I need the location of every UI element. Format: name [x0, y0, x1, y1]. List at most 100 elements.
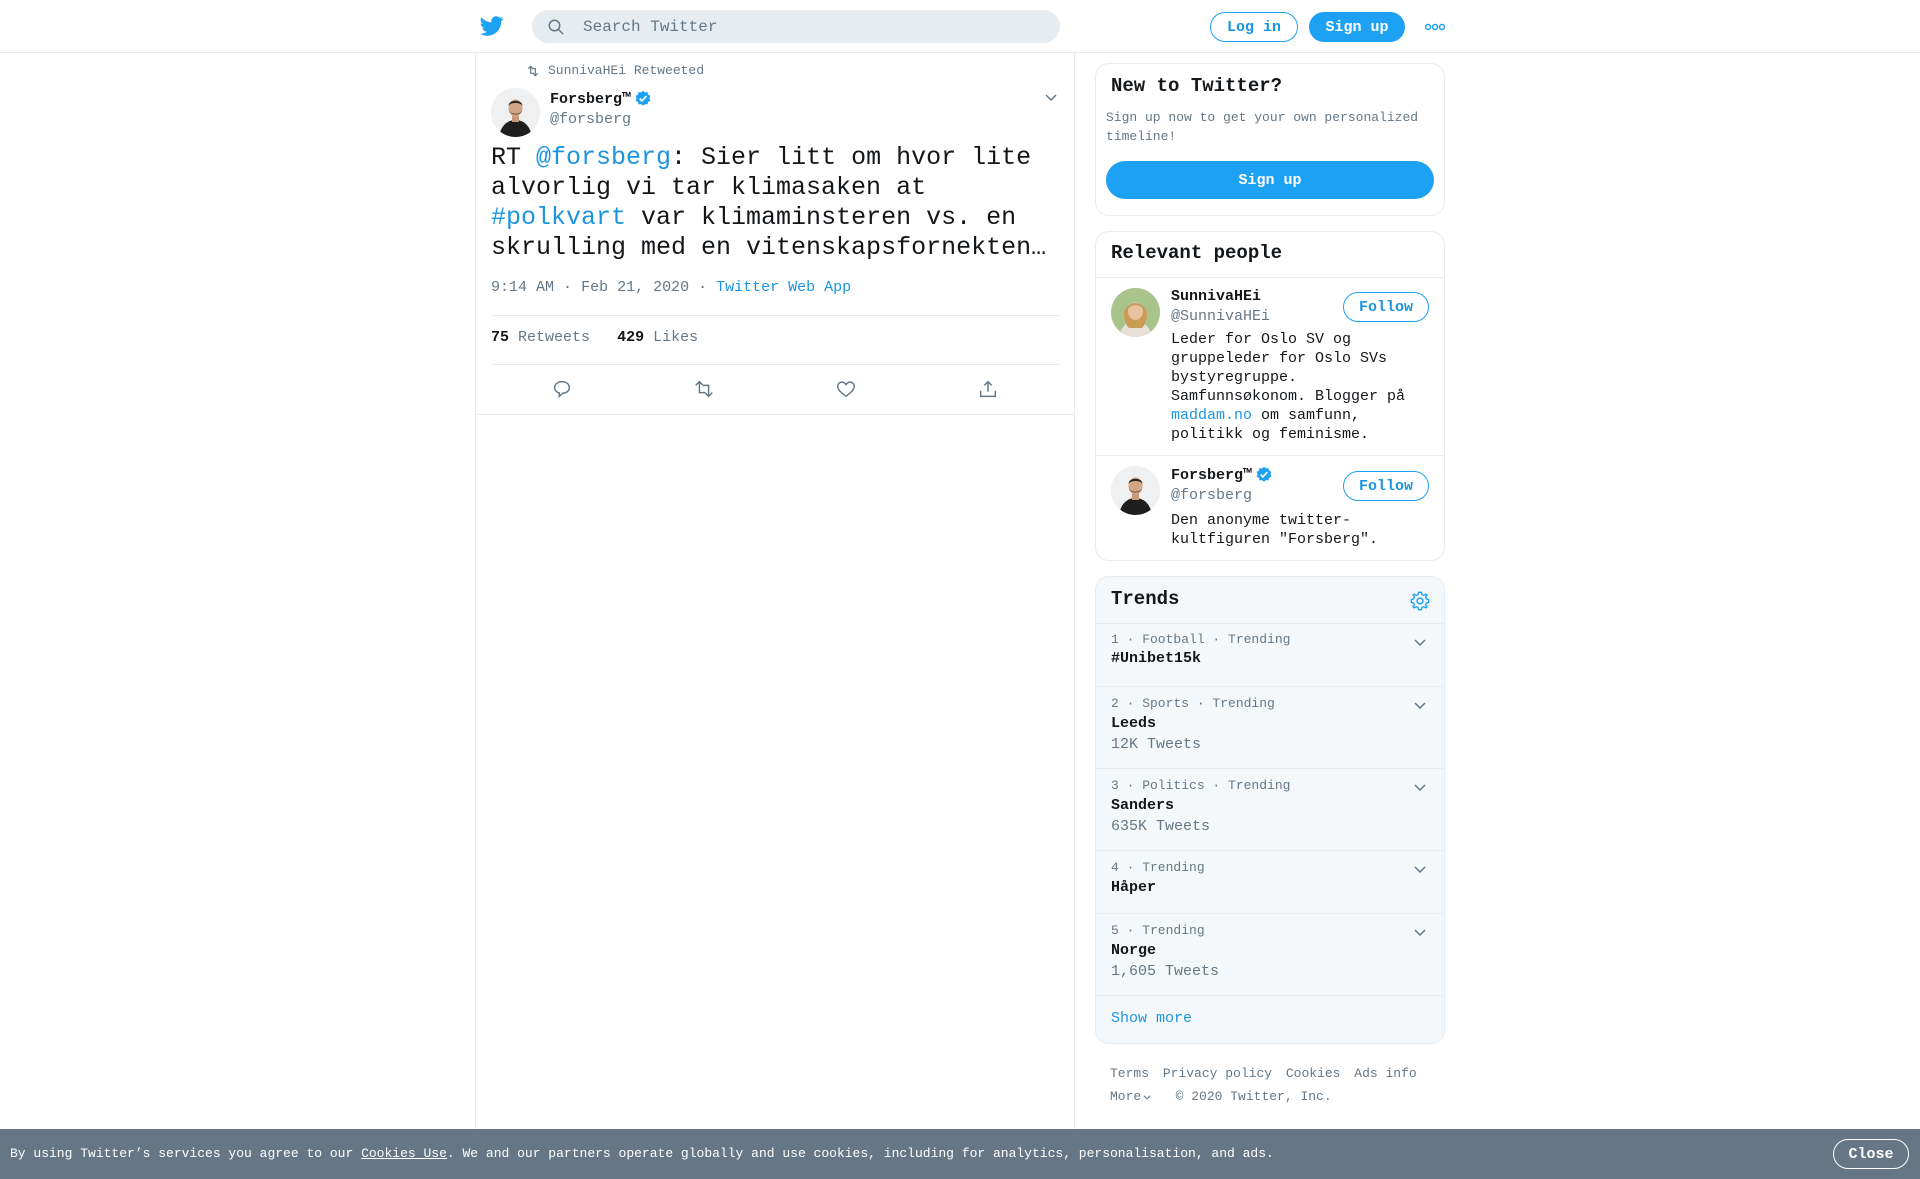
top-navigation-bar: Log in Sign up — [0, 0, 1920, 53]
person-avatar[interactable] — [1111, 466, 1160, 515]
person-bio-link[interactable]: maddam.no — [1171, 407, 1252, 424]
trend-options-chevron-icon[interactable] — [1412, 634, 1428, 650]
tweet-stats: 75 Retweets 429 Likes — [491, 329, 698, 346]
cookie-text: By using Twitter’s services you agree to… — [10, 1146, 1274, 1161]
trend-item[interactable]: 2 · Sports · Trending Leeds 12K Tweets — [1096, 686, 1444, 768]
meta-separator: · — [563, 279, 573, 296]
tweet-text-prefix: RT — [491, 143, 537, 172]
author-avatar[interactable] — [491, 88, 540, 137]
trend-meta: 5 · Trending — [1111, 923, 1205, 938]
trend-name[interactable]: Norge — [1111, 942, 1156, 959]
person-bio: Leder for Oslo SV og gruppeleder for Osl… — [1171, 330, 1421, 444]
author-name[interactable]: Forsberg™ — [550, 90, 652, 108]
trend-tweet-count: 635K Tweets — [1111, 818, 1211, 835]
signup-button[interactable]: Sign up — [1309, 12, 1405, 42]
divider — [491, 315, 1061, 316]
relevant-person[interactable]: SunnivaHEi @SunnivaHEi Follow Leder for … — [1096, 278, 1444, 455]
follow-button[interactable]: Follow — [1343, 292, 1429, 322]
show-more-link[interactable]: Show more — [1111, 1010, 1192, 1027]
search-input[interactable] — [583, 17, 1043, 36]
footer-copyright: © 2020 Twitter, Inc. — [1175, 1089, 1332, 1104]
settings-gear-icon[interactable] — [1409, 590, 1431, 612]
likes-count: 429 — [617, 329, 645, 346]
trend-options-chevron-icon[interactable] — [1412, 861, 1428, 877]
person-name[interactable]: SunnivaHEi — [1171, 288, 1261, 305]
show-more-row[interactable]: Show more — [1096, 995, 1444, 1043]
trend-item[interactable]: 1 · Football · Trending #Unibet15k — [1096, 623, 1444, 686]
tweet-time[interactable]: 9:14 AM — [491, 279, 554, 296]
signup-card: New to Twitter? Sign up now to get your … — [1095, 63, 1445, 216]
person-bio: Den anonyme twitter-kultfiguren "Forsber… — [1171, 512, 1379, 548]
trend-options-chevron-icon[interactable] — [1412, 779, 1428, 795]
relevant-people-title: Relevant people — [1111, 242, 1283, 264]
likes-stat[interactable]: 429 Likes — [617, 329, 698, 346]
retweet-icon[interactable] — [693, 378, 715, 400]
tweet-source-link[interactable]: Twitter Web App — [716, 279, 851, 296]
footer-more-menu[interactable]: More — [1110, 1089, 1152, 1104]
person-bio-text: Leder for Oslo SV og gruppeleder for Osl… — [1171, 331, 1406, 405]
footer-privacy-link[interactable]: Privacy policy — [1163, 1066, 1272, 1081]
twitter-bird-icon[interactable] — [478, 14, 506, 38]
trend-name[interactable]: #Unibet15k — [1111, 650, 1201, 667]
cookie-close-button[interactable]: Close — [1833, 1139, 1909, 1169]
footer-ads-link[interactable]: Ads info — [1354, 1066, 1416, 1081]
footer-links: Terms Privacy policy Cookies Ads info Mo… — [1110, 1062, 1423, 1108]
trend-item[interactable]: 5 · Trending Norge 1,605 Tweets — [1096, 913, 1444, 995]
retweets-stat[interactable]: 75 Retweets — [491, 329, 590, 346]
footer-terms-link[interactable]: Terms — [1110, 1066, 1149, 1081]
cookie-text-prefix: By using Twitter’s services you agree to… — [10, 1146, 362, 1161]
trends-card: Trends 1 · Football · Trending #Unibet15… — [1095, 576, 1445, 1044]
like-heart-icon[interactable] — [835, 378, 857, 400]
trend-tweet-count: 12K Tweets — [1111, 736, 1202, 753]
tweet-metadata: 9:14 AM · Feb 21, 2020 · Twitter Web App — [491, 279, 851, 296]
footer-cookies-link[interactable]: Cookies — [1286, 1066, 1341, 1081]
tweet-options-chevron-icon[interactable] — [1043, 89, 1059, 105]
more-dots-icon[interactable] — [1425, 22, 1445, 32]
main-column: SunnivaHEi Retweeted Forsberg™ @forsberg… — [475, 53, 1075, 1130]
retweets-label: Retweets — [518, 329, 591, 346]
cookie-text-suffix: . We and our partners operate globally a… — [446, 1146, 1274, 1161]
person-handle[interactable]: @SunnivaHEi — [1171, 308, 1270, 325]
meta-separator: · — [698, 279, 708, 296]
search-box[interactable] — [532, 10, 1060, 43]
trend-name[interactable]: Håper — [1111, 879, 1156, 896]
search-icon — [548, 19, 564, 34]
chevron-down-icon — [1143, 1094, 1151, 1100]
signup-card-title: New to Twitter? — [1111, 75, 1283, 97]
footer-more-label[interactable]: More — [1110, 1089, 1141, 1104]
author-name-text[interactable]: Forsberg™ — [550, 91, 631, 108]
trend-meta: 2 · Sports · Trending — [1111, 696, 1275, 711]
tweet-hashtag-link[interactable]: #polkvart — [491, 203, 626, 232]
trend-item[interactable]: 3 · Politics · Trending Sanders 635K Twe… — [1096, 768, 1444, 850]
trend-meta: 1 · Football · Trending — [1111, 632, 1291, 647]
author-handle[interactable]: @forsberg — [550, 111, 631, 128]
verified-badge-icon — [1256, 466, 1272, 482]
tweet-text: RT @forsberg: Sier litt om hvor lite alv… — [491, 143, 1061, 263]
reply-icon[interactable] — [551, 378, 573, 400]
follow-button[interactable]: Follow — [1343, 471, 1429, 501]
verified-badge-icon — [635, 90, 651, 106]
trend-options-chevron-icon[interactable] — [1412, 924, 1428, 940]
relevant-people-card: Relevant people SunnivaHEi @SunnivaHEi F… — [1095, 231, 1445, 561]
relevant-person[interactable]: Forsberg™ @forsberg Follow Den anonyme t… — [1096, 456, 1444, 560]
trend-meta: 3 · Politics · Trending — [1111, 778, 1291, 793]
retweet-small-icon — [527, 65, 539, 76]
retweeted-by-text[interactable]: SunnivaHEi Retweeted — [548, 63, 704, 78]
trend-name[interactable]: Sanders — [1111, 797, 1174, 814]
retweeted-indicator: SunnivaHEi Retweeted — [526, 63, 704, 78]
person-name-text[interactable]: Forsberg™ — [1171, 467, 1252, 484]
trend-name[interactable]: Leeds — [1111, 715, 1156, 732]
trend-options-chevron-icon[interactable] — [1412, 697, 1428, 713]
tweet-date[interactable]: Feb 21, 2020 — [581, 279, 689, 296]
signup-card-subtitle: Sign up now to get your own personalized… — [1106, 110, 1419, 144]
trend-item[interactable]: 4 · Trending Håper — [1096, 850, 1444, 913]
person-handle[interactable]: @forsberg — [1171, 487, 1252, 504]
share-icon[interactable] — [977, 378, 999, 400]
signup-card-button[interactable]: Sign up — [1106, 161, 1434, 199]
cookies-use-link[interactable]: Cookies Use — [361, 1146, 447, 1161]
login-button[interactable]: Log in — [1210, 12, 1298, 42]
tweet-mention-link[interactable]: @forsberg — [536, 143, 671, 172]
person-avatar[interactable] — [1111, 288, 1160, 337]
person-name[interactable]: Forsberg™ — [1171, 466, 1273, 484]
retweets-count: 75 — [491, 329, 510, 346]
